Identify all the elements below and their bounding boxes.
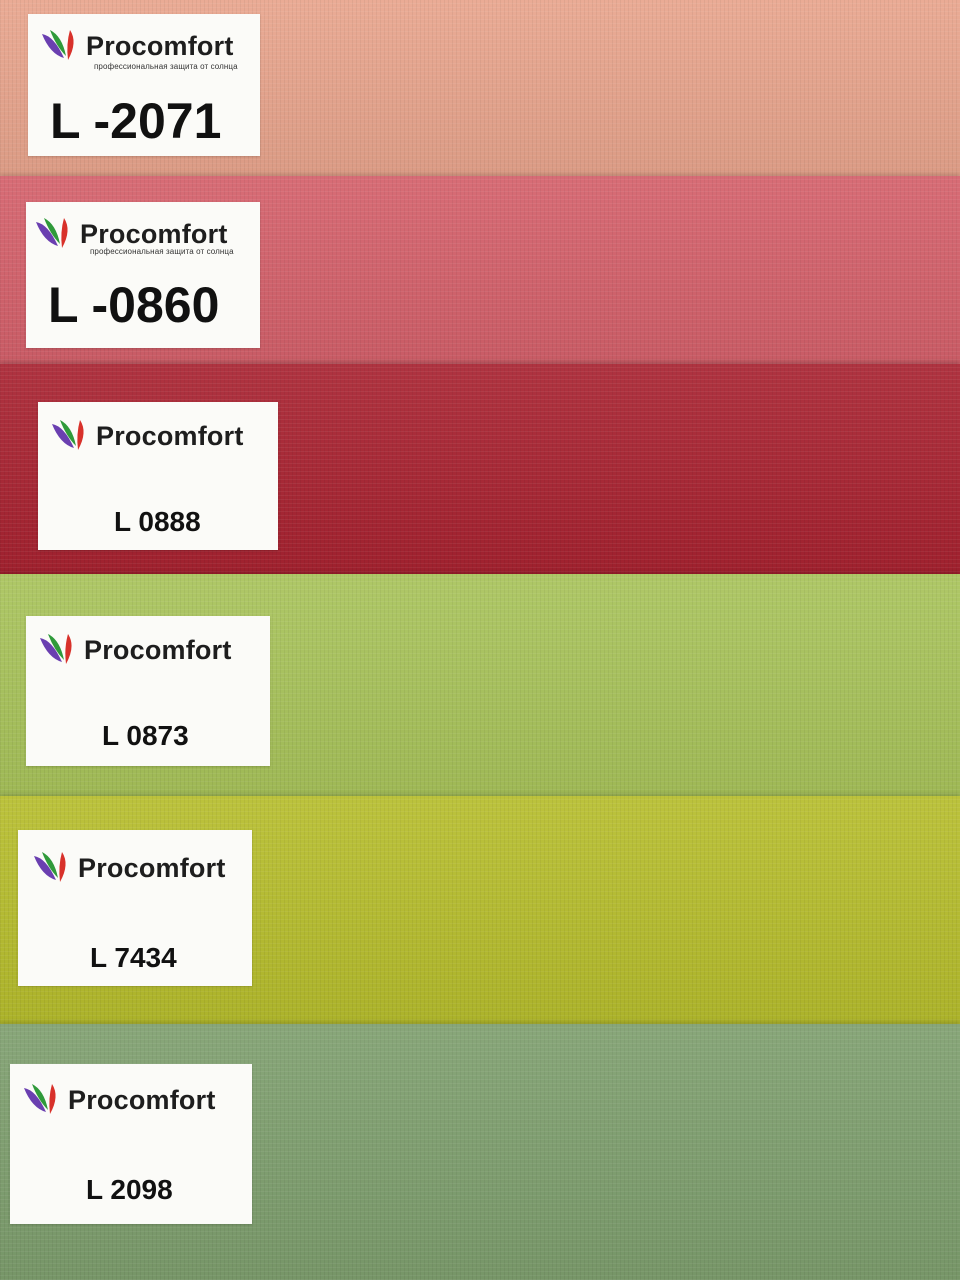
brand-tagline: профессиональная защита от солнца	[90, 247, 234, 256]
brand-name: Procomfort	[84, 634, 232, 665]
fabric-code: L -2071	[50, 93, 222, 149]
procomfort-leaf-logo-icon	[40, 634, 72, 664]
brand-logo: Procomfort	[38, 632, 232, 668]
brand-logo: Procomfort	[22, 1082, 216, 1118]
fabric-code: L 2098	[86, 1174, 173, 1205]
procomfort-leaf-logo-icon	[24, 1084, 56, 1114]
brand-name: Procomfort	[86, 30, 234, 61]
fabric-code: L 0873	[102, 720, 189, 751]
brand-name: Procomfort	[78, 852, 226, 883]
fabric-code: L 7434	[90, 942, 177, 973]
fabric-code: L -0860	[48, 277, 220, 333]
brand-logo: Procomfort	[40, 28, 234, 64]
sample-label: Procomfort профессиональная защита от со…	[26, 202, 260, 348]
sample-label: Procomfort профессиональная защита от со…	[28, 14, 260, 156]
sample-label: Procomfort L 7434	[18, 830, 252, 986]
brand-logo: Procomfort	[32, 850, 226, 886]
brand-name: Procomfort	[96, 420, 244, 451]
fabric-sample-sheet: Procomfort профессиональная защита от со…	[0, 0, 960, 1280]
sample-label: Procomfort L 2098	[10, 1064, 252, 1224]
brand-tagline: профессиональная защита от солнца	[94, 62, 238, 71]
procomfort-leaf-logo-icon	[52, 420, 84, 450]
brand-logo: Procomfort	[50, 418, 244, 454]
fabric-code: L 0888	[114, 506, 201, 537]
sample-label: Procomfort L 0873	[26, 616, 270, 766]
procomfort-leaf-logo-icon	[42, 30, 74, 60]
sample-label: Procomfort L 0888	[38, 402, 278, 550]
procomfort-leaf-logo-icon	[34, 852, 66, 882]
procomfort-leaf-logo-icon	[36, 218, 68, 248]
brand-name: Procomfort	[80, 218, 228, 249]
brand-name: Procomfort	[68, 1084, 216, 1115]
